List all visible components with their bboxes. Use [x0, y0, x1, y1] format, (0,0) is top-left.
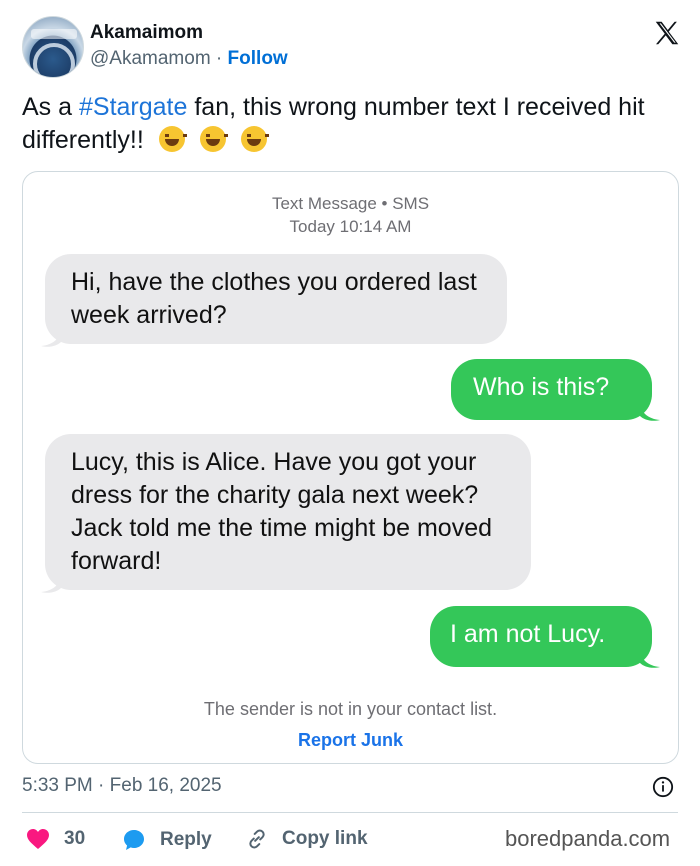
- copy-link-button[interactable]: Copy link: [246, 828, 368, 850]
- reply-bubble-icon: [124, 830, 144, 850]
- display-name[interactable]: Akamaimom: [90, 22, 203, 44]
- incoming-message: Hi, have the clothes you ordered last we…: [45, 254, 507, 344]
- tweet-header: Akamaimom @Akamamom · Follow: [22, 16, 682, 80]
- sms-screenshot[interactable]: Text Message • SMS Today 10:14 AM Hi, ha…: [22, 171, 679, 764]
- tweet-text-before: As a: [22, 93, 79, 121]
- laughing-with-tears-emoji-icon: [158, 126, 187, 152]
- reply-label: Reply: [160, 829, 212, 850]
- tweet-text: As a #Stargate fan, this wrong number te…: [22, 91, 672, 157]
- laughing-with-tears-emoji-icon: [240, 126, 269, 152]
- reply-button[interactable]: Reply: [122, 828, 212, 852]
- handle[interactable]: @Akamamom: [90, 48, 211, 69]
- handle-separator: ·: [210, 48, 228, 69]
- handle-row: @Akamamom · Follow: [90, 48, 288, 70]
- sms-meta-type: Text Message • SMS: [271, 194, 430, 213]
- avatar-banner: [31, 29, 77, 39]
- avatar-ring: [33, 43, 75, 77]
- tweet-timestamp[interactable]: 5:33 PM · Feb 16, 2025: [22, 775, 222, 797]
- sms-meta-time: Today 10:14 AM: [289, 217, 412, 236]
- x-logo-icon[interactable]: [652, 18, 682, 48]
- heart-icon: [27, 829, 49, 849]
- incoming-message: Lucy, this is Alice. Have you got your d…: [45, 434, 531, 590]
- watermark: boredpanda.com: [505, 826, 671, 851]
- avatar[interactable]: [22, 16, 84, 78]
- divider: [22, 812, 678, 813]
- info-icon[interactable]: [652, 776, 674, 798]
- outgoing-message: I am not Lucy.: [430, 606, 652, 667]
- sender-note: The sender is not in your contact list.: [203, 699, 498, 719]
- like-button[interactable]: 30: [26, 828, 85, 850]
- outgoing-message: Who is this?: [451, 359, 652, 420]
- like-count: 30: [64, 828, 86, 849]
- grinning-face-emoji-icon: [199, 126, 228, 152]
- link-icon: [249, 829, 265, 849]
- hashtag-link[interactable]: #Stargate: [79, 93, 187, 121]
- follow-button[interactable]: Follow: [228, 48, 288, 69]
- copy-link-label: Copy link: [282, 828, 368, 849]
- report-junk-link[interactable]: Report Junk: [23, 730, 678, 751]
